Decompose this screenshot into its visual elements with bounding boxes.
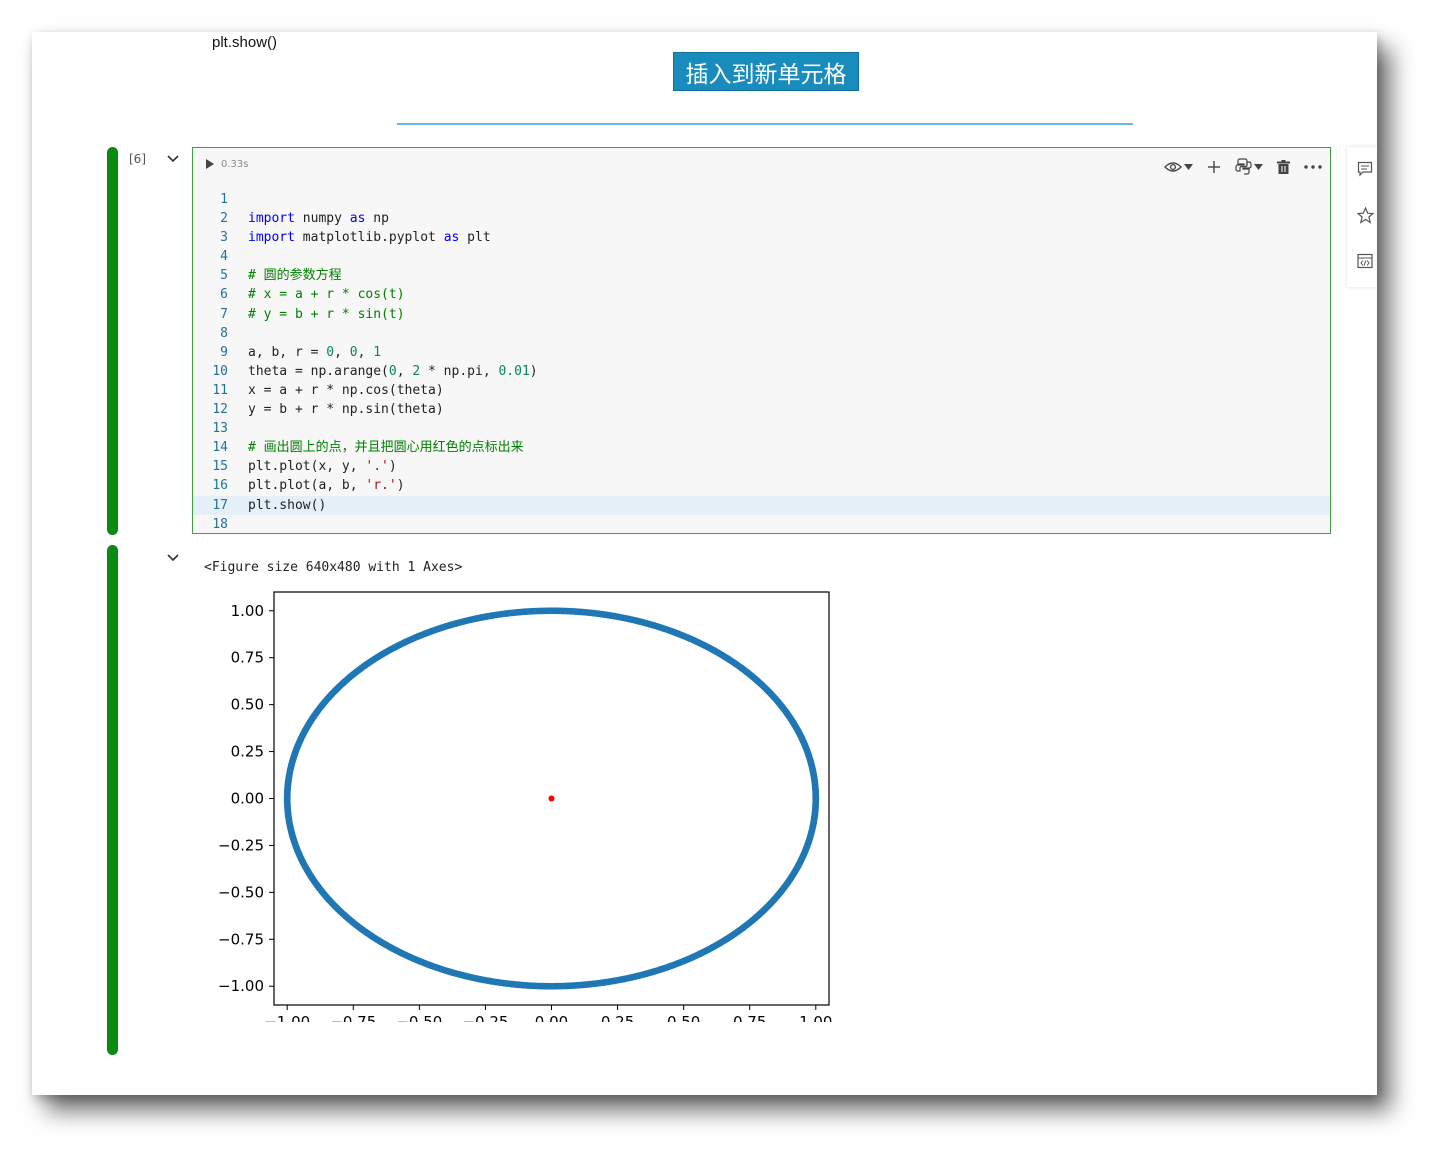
y-tick-label: −0.75 <box>218 930 264 948</box>
run-icon[interactable] <box>205 158 215 170</box>
code-text: theta = np.arange(0, 2 * np.pi, 0.01) <box>248 363 538 379</box>
line-number: 3 <box>220 230 228 246</box>
cell-status-bar[interactable] <box>107 147 118 535</box>
line-number: 17 <box>212 497 228 513</box>
line-number: 13 <box>212 421 228 437</box>
line-number: 14 <box>212 440 228 456</box>
code-line[interactable]: 15 plt.plot(x, y, '.') <box>193 457 1330 476</box>
line-number: 16 <box>212 478 228 494</box>
output-status-bar[interactable] <box>107 545 118 1055</box>
code-line[interactable]: 5 # 圆的参数方程 <box>193 266 1330 285</box>
line-number: 11 <box>212 382 228 398</box>
line-number: 18 <box>212 516 228 532</box>
code-line[interactable]: 4 <box>193 247 1330 266</box>
code-line[interactable]: 9 a, b, r = 0, 0, 1 <box>193 343 1330 362</box>
x-tick-label: 0.75 <box>733 1013 766 1022</box>
python-menu[interactable] <box>1235 158 1263 175</box>
code-line[interactable]: 3 import matplotlib.pyplot as plt <box>193 228 1330 247</box>
y-tick-label: 0.00 <box>231 790 264 808</box>
figure-size-text: <Figure size 640x480 with 1 Axes> <box>204 560 463 575</box>
delete-icon[interactable] <box>1277 159 1290 174</box>
center-point <box>548 795 555 802</box>
star-icon[interactable] <box>1357 207 1374 224</box>
code-text: x = a + r * np.cos(theta) <box>248 382 444 398</box>
previous-cell-code-tail: plt.show() <box>212 34 278 51</box>
line-number: 15 <box>212 459 228 475</box>
line-number: 7 <box>220 306 228 322</box>
x-tick-label: 0.25 <box>601 1013 634 1022</box>
chevron-down-icon[interactable] <box>166 154 180 164</box>
x-tick-label: −1.00 <box>264 1013 310 1022</box>
code-text: plt.plot(a, b, 'r.') <box>248 478 405 494</box>
code-line[interactable]: 14 # 画出圆上的点，并且把圆心用红色的点标出来 <box>193 438 1330 457</box>
code-line[interactable]: 8 <box>193 324 1330 343</box>
code-editor[interactable]: 1 2 import numpy as np 3 import matplotlib.p… <box>193 190 1330 534</box>
line-number: 12 <box>212 402 228 418</box>
y-tick-label: −0.25 <box>218 836 264 854</box>
y-tick-label: 0.25 <box>231 743 264 761</box>
line-number: 1 <box>220 192 228 207</box>
add-icon[interactable] <box>1207 160 1221 174</box>
y-tick-label: 0.75 <box>231 649 264 667</box>
run-time: 0.33s <box>221 158 249 170</box>
view-menu[interactable] <box>1164 161 1193 173</box>
eye-icon <box>1164 161 1182 172</box>
code-line[interactable]: 17 plt.show() <box>193 495 1330 515</box>
code-line[interactable]: 1 <box>193 190 1330 209</box>
code-line[interactable]: 7 # y = b + r * sin(t) <box>193 305 1330 324</box>
x-tick-label: 0.50 <box>667 1013 700 1022</box>
cell-toolbar <box>1164 158 1322 175</box>
chevron-down-icon[interactable] <box>166 553 180 563</box>
x-tick-label: 0.00 <box>535 1013 568 1022</box>
python-icon <box>1235 158 1252 175</box>
x-tick-label: −0.50 <box>396 1013 442 1022</box>
code-line[interactable]: 18 <box>193 515 1330 534</box>
data-point <box>812 795 820 803</box>
code-line[interactable]: 11 x = a + r * np.cos(theta) <box>193 381 1330 400</box>
code-text: plt.show() <box>248 497 327 513</box>
y-tick-label: 1.00 <box>231 602 264 620</box>
line-number: 6 <box>220 287 228 303</box>
line-number: 5 <box>220 268 228 284</box>
code-text: import matplotlib.pyplot as plt <box>248 230 491 246</box>
line-number: 4 <box>220 249 228 265</box>
comment-icon[interactable] <box>1357 161 1373 177</box>
notebook-frame: plt.show() 插入到新单元格 [6] 0.33s 1 2 import … <box>32 32 1377 1095</box>
code-line[interactable]: 12 y = b + r * np.sin(theta) <box>193 400 1330 419</box>
line-number: 2 <box>220 211 228 227</box>
code-line[interactable]: 10 theta = np.arange(0, 2 * np.pi, 0.01) <box>193 362 1330 381</box>
y-tick-label: −0.50 <box>218 883 264 901</box>
code-line[interactable]: 6 # x = a + r * cos(t) <box>193 285 1330 304</box>
line-number: 10 <box>212 363 228 379</box>
side-action-panel <box>1347 147 1377 287</box>
x-tick-label: −0.75 <box>330 1013 376 1022</box>
line-number: 8 <box>220 325 228 341</box>
x-tick-label: 1.00 <box>799 1013 832 1022</box>
code-text: # 画出圆上的点，并且把圆心用红色的点标出来 <box>248 440 524 456</box>
line-number: 9 <box>220 344 228 360</box>
code-line[interactable]: 13 <box>193 419 1330 438</box>
code-text: # 圆的参数方程 <box>248 268 342 284</box>
code-text: import numpy as np <box>248 211 389 227</box>
y-tick-label: −1.00 <box>218 977 264 995</box>
code-line[interactable]: 16 plt.plot(a, b, 'r.') <box>193 476 1330 495</box>
x-tick-label: −0.25 <box>462 1013 508 1022</box>
code-cell[interactable]: 0.33s 1 2 import numpy as np 3 import ma… <box>192 147 1331 534</box>
more-icon[interactable] <box>1304 164 1322 169</box>
insert-into-new-cell-button[interactable]: 插入到新单元格 <box>673 52 859 91</box>
caret-down-icon <box>1184 163 1193 170</box>
code-text: # x = a + r * cos(t) <box>248 287 405 303</box>
caret-down-icon <box>1254 163 1263 170</box>
divider <box>397 123 1133 125</box>
code-icon[interactable] <box>1357 253 1373 269</box>
code-line[interactable]: 2 import numpy as np <box>193 209 1330 228</box>
y-tick-label: 0.50 <box>231 696 264 714</box>
circle-plot: −1.00 −0.75 −0.50 −0.25 0.00 0.25 0.50 0.75 1.00… <box>218 591 832 1022</box>
code-text: y = b + r * np.sin(theta) <box>248 402 444 418</box>
execution-count: [6] <box>129 152 146 166</box>
code-text: # y = b + r * sin(t) <box>248 306 405 322</box>
code-text: a, b, r = 0, 0, 1 <box>248 344 382 360</box>
code-text: plt.plot(x, y, '.') <box>248 459 397 475</box>
